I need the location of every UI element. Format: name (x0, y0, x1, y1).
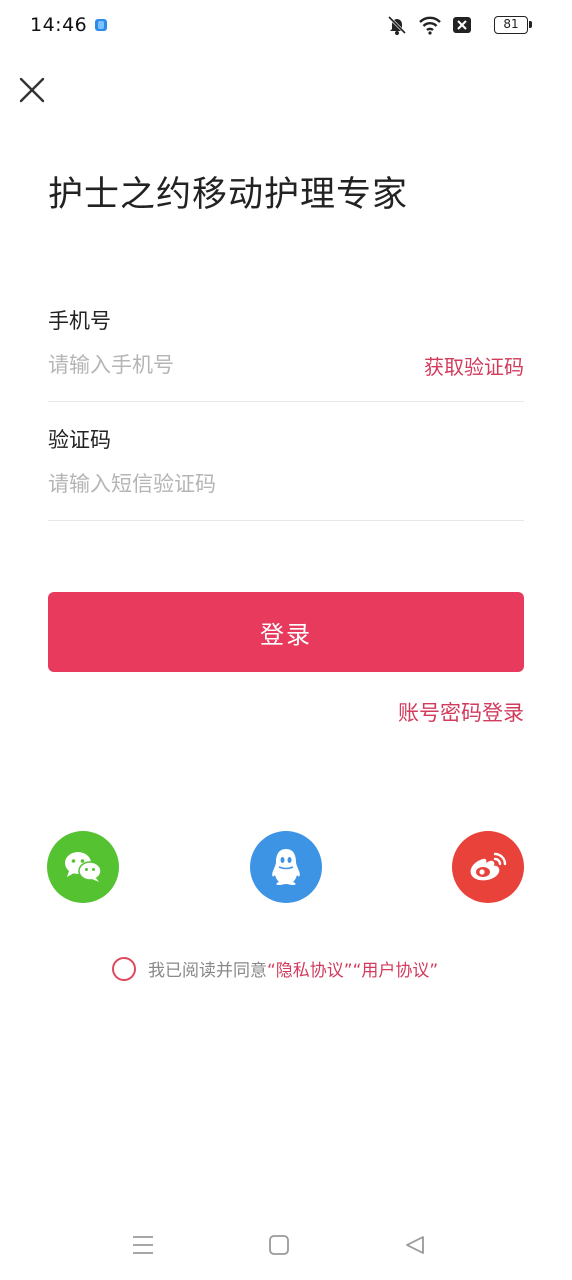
mute-icon (387, 15, 407, 35)
wechat-login-button[interactable] (47, 831, 119, 903)
phone-label: 手机号 (48, 309, 111, 333)
code-divider (48, 520, 524, 521)
status-bar: 14:46 81 (0, 0, 572, 52)
status-time: 14:46 (30, 14, 88, 36)
password-login-link[interactable]: 账号密码登录 (398, 697, 524, 727)
home-button[interactable] (264, 1230, 294, 1260)
login-screen: 14:46 81 护士之约移动护理专家 手机号 请输入手机号 获取验证码 验证码… (0, 0, 572, 1280)
wifi-icon (419, 16, 441, 35)
system-nav-bar (0, 1210, 572, 1280)
qq-icon (272, 849, 300, 885)
phone-input[interactable] (48, 345, 408, 385)
code-input[interactable] (48, 464, 408, 504)
agreement-text: 我已阅读并同意 (148, 961, 267, 981)
privacy-agreement-link[interactable]: “隐私协议” (267, 956, 353, 981)
code-label: 验证码 (48, 428, 111, 452)
login-button[interactable]: 登录 (48, 592, 524, 672)
get-code-button[interactable]: 获取验证码 (424, 351, 524, 380)
agreement-row: 我已阅读并同意 “隐私协议” “用户协议” (112, 956, 438, 981)
close-icon (19, 77, 45, 103)
qq-login-button[interactable] (250, 831, 322, 903)
status-icons (386, 14, 472, 36)
close-button[interactable] (14, 72, 50, 108)
weibo-login-button[interactable] (452, 831, 524, 903)
back-button[interactable] (400, 1230, 430, 1260)
phone-divider (48, 401, 524, 402)
app-icon (95, 19, 107, 31)
home-icon (269, 1235, 289, 1255)
menu-icon (133, 1236, 153, 1254)
agreement-checkbox[interactable] (112, 956, 136, 981)
page-title: 护士之约移动护理专家 (48, 175, 409, 215)
close-box-icon (453, 17, 471, 33)
user-agreement-link[interactable]: “用户协议” (353, 956, 439, 981)
menu-button[interactable] (128, 1230, 158, 1260)
wechat-icon (65, 852, 102, 882)
battery-icon: 81 (494, 16, 532, 34)
weibo-icon (470, 852, 507, 881)
back-icon (406, 1236, 424, 1254)
